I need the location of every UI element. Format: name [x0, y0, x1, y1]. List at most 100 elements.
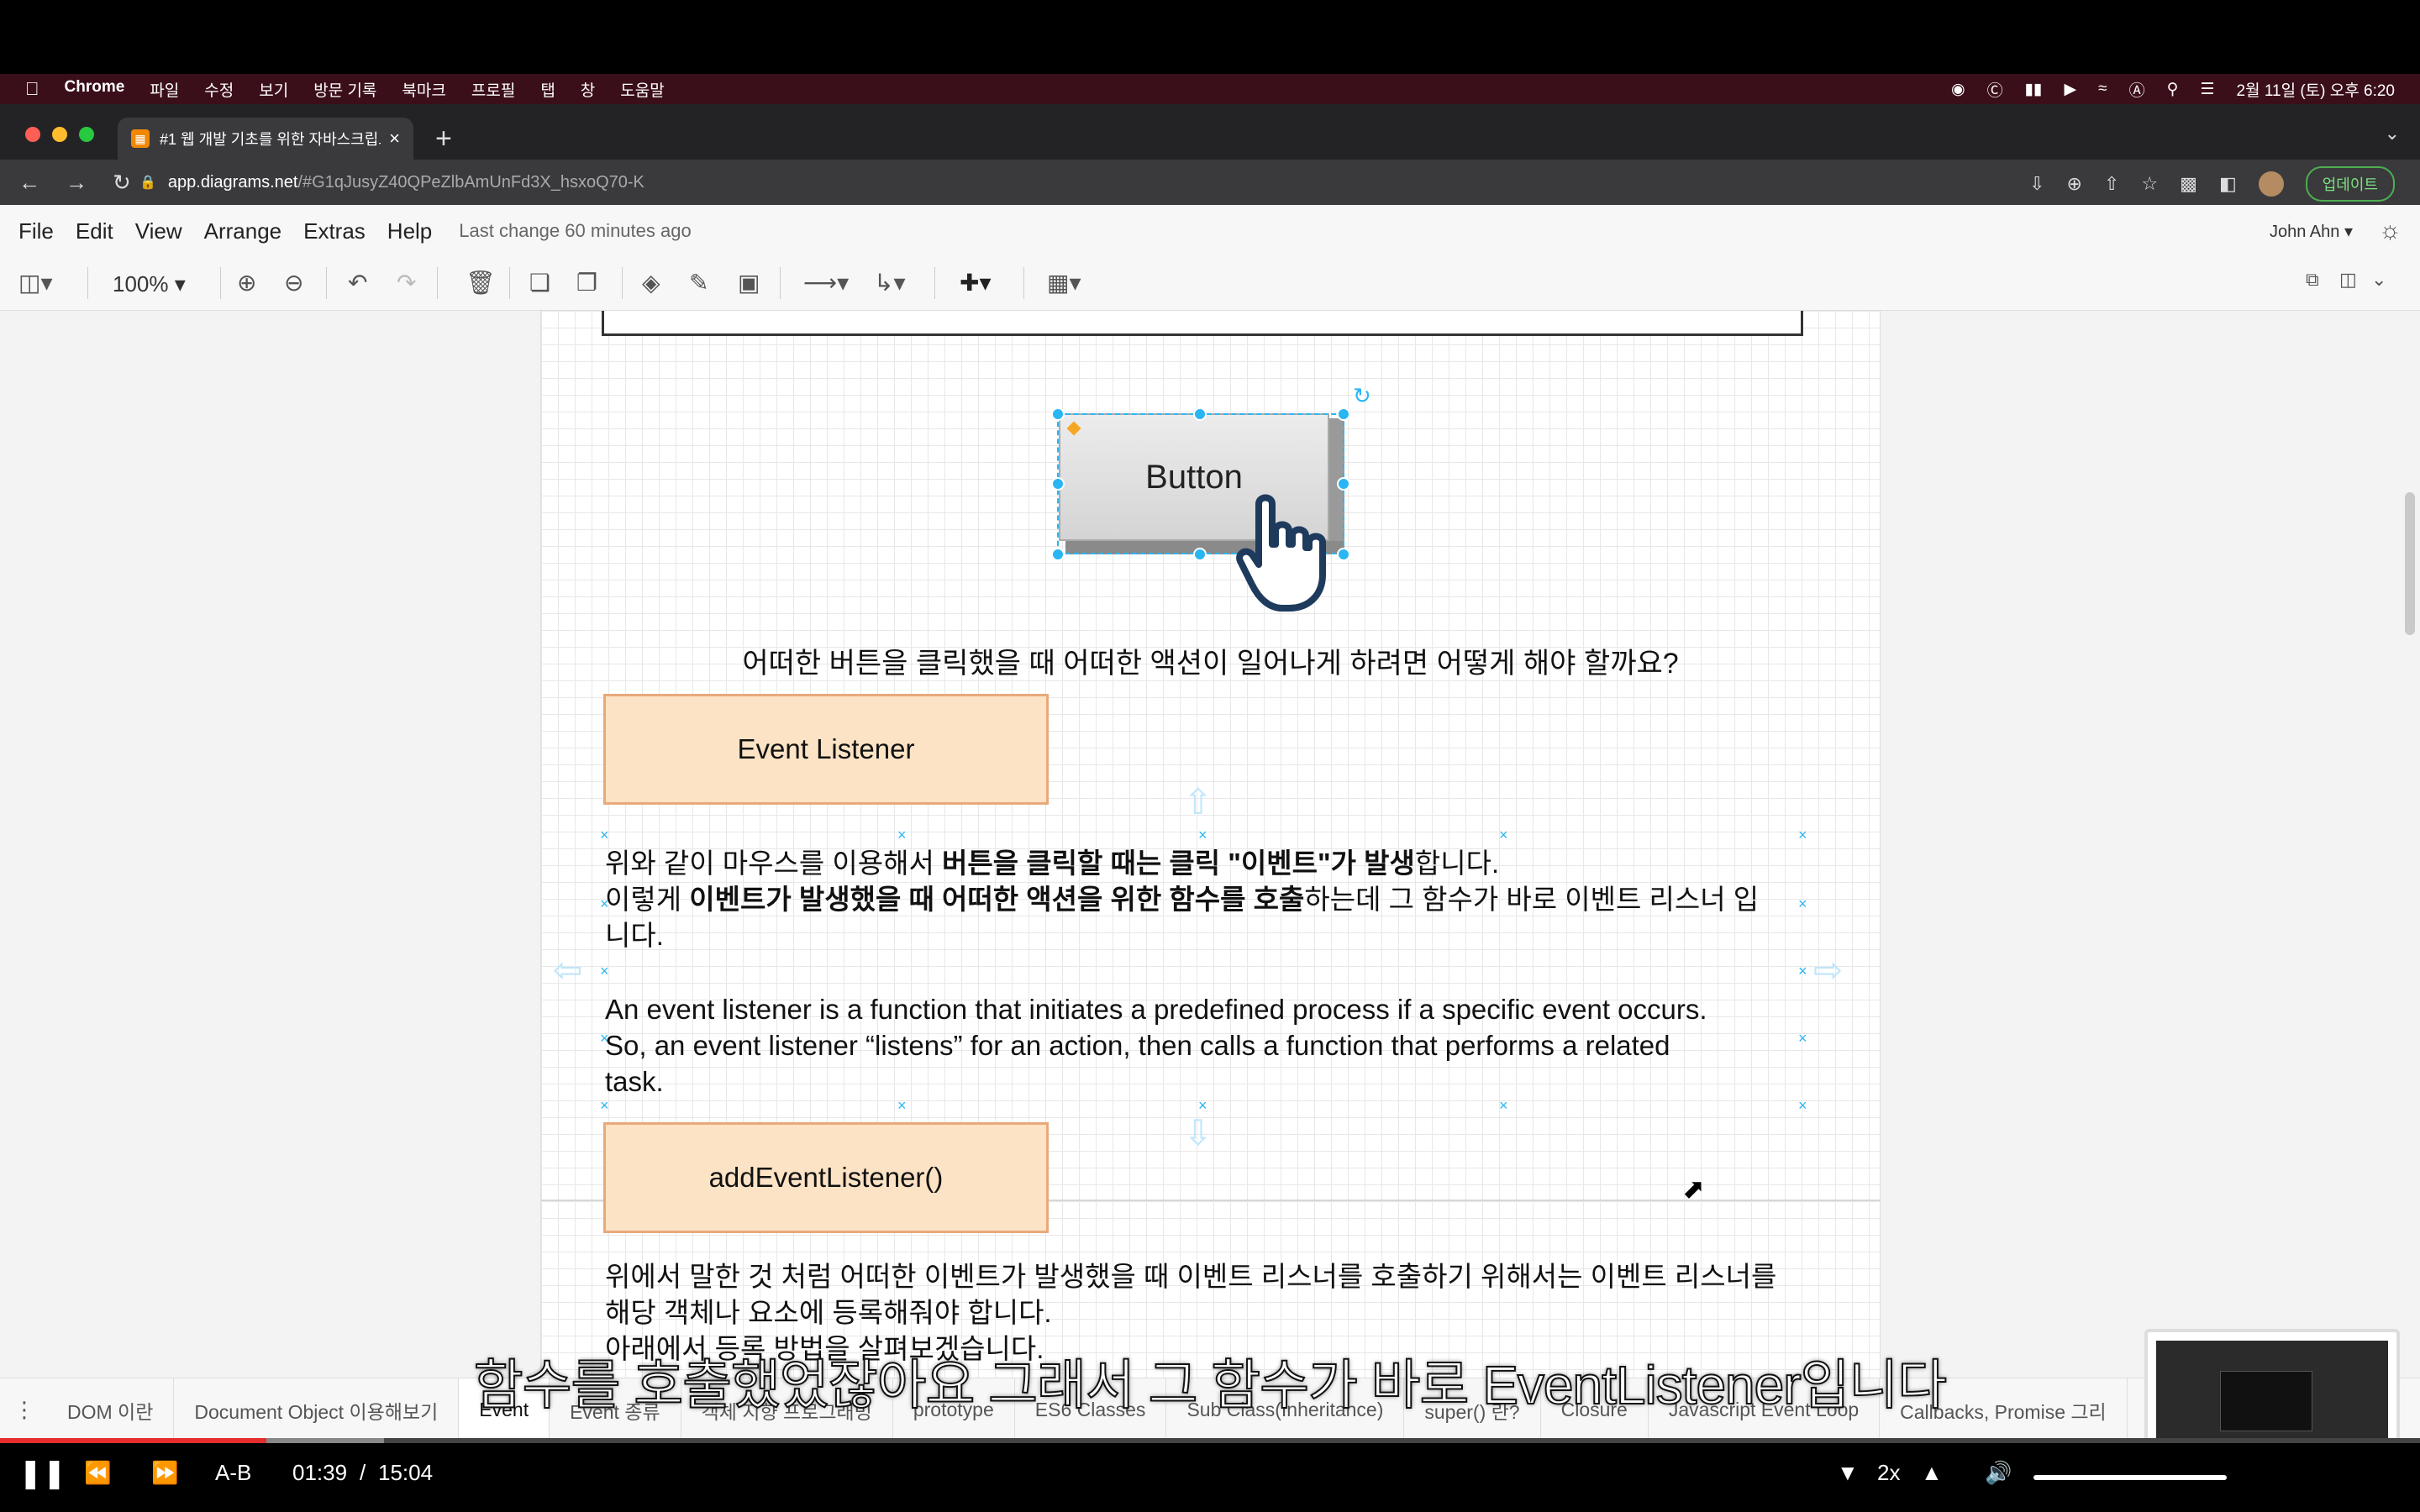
text-handle-icon[interactable]: ×	[600, 827, 609, 844]
grammarly-icon[interactable]: Ⓒ	[1987, 78, 2003, 101]
text-handle-icon[interactable]: ×	[1798, 963, 1807, 980]
control-center-icon[interactable]: ☰	[2201, 80, 2215, 99]
battery-icon[interactable]: ▮▮	[2025, 80, 2043, 99]
toggle-panel-icon[interactable]: ◫	[2339, 269, 2357, 291]
lock-icon[interactable]: 🔒	[139, 174, 156, 191]
mac-menu-tab[interactable]: 탭	[540, 78, 555, 101]
volume-slider[interactable]	[2033, 1475, 2227, 1480]
mac-menu-view[interactable]: 보기	[259, 78, 288, 101]
profile-avatar[interactable]	[2258, 171, 2284, 197]
to-back-icon[interactable]: ❐	[576, 269, 597, 297]
mac-menu-file[interactable]: 파일	[150, 78, 179, 101]
text-handle-icon[interactable]: ×	[1499, 1097, 1508, 1115]
arrow-right-hint-icon[interactable]: ⇨	[1813, 949, 1843, 990]
arrow-left-hint-icon[interactable]: ⇦	[553, 949, 582, 990]
question-text[interactable]: 어떠한 버튼을 클릭했을 때 어떠한 액션이 일어나게 하려면 어떻게 해야 할…	[540, 640, 1881, 681]
apple-icon[interactable]: 	[25, 78, 39, 100]
fill-color-icon[interactable]: ◈	[642, 269, 660, 297]
rotate-handle-icon[interactable]: ↻	[1353, 383, 1371, 409]
arrow-down-hint-icon[interactable]: ⇩	[1183, 1112, 1213, 1153]
delete-icon[interactable]: 🗑	[466, 269, 496, 297]
menu-help[interactable]: Help	[387, 218, 432, 244]
menu-view[interactable]: View	[135, 218, 182, 244]
menu-edit[interactable]: Edit	[76, 218, 113, 244]
korean-paragraph[interactable]: 위와 같이 마우스를 이용해서 버튼을 클릭할 때는 클릭 "이벤트"가 발생합…	[605, 845, 1759, 953]
resize-handle[interactable]	[1051, 548, 1065, 561]
resize-handle[interactable]	[1193, 407, 1207, 421]
play-status-icon[interactable]: ▶	[2065, 80, 2077, 99]
mac-menu-app[interactable]: Chrome	[65, 78, 125, 101]
reload-icon[interactable]: ↻	[113, 170, 131, 196]
tab-search-chevron-icon[interactable]: ⌄	[2385, 123, 2400, 144]
resize-handle[interactable]	[1051, 407, 1065, 421]
resize-handle[interactable]	[1337, 548, 1350, 561]
resize-handle[interactable]	[1337, 407, 1350, 421]
vertical-scrollbar[interactable]	[2405, 492, 2415, 635]
text-handle-icon[interactable]: ×	[1499, 827, 1508, 844]
bookmark-star-icon[interactable]: ☆	[2141, 173, 2158, 195]
english-paragraph[interactable]: An event listener is a function that ini…	[605, 991, 1815, 1100]
fullscreen-icon[interactable]: ⧉	[2306, 269, 2319, 291]
new-tab-icon[interactable]: +	[435, 123, 452, 155]
pause-icon[interactable]: ❚❚	[18, 1457, 66, 1490]
resize-handle[interactable]	[1337, 477, 1350, 491]
record-icon[interactable]: ◉	[1951, 80, 1965, 99]
speed-up-icon[interactable]: ▲	[1921, 1460, 1943, 1486]
mac-menu-window[interactable]: 창	[581, 78, 595, 101]
url-field[interactable]: 🔒 app.diagrams.net/#G1qJusyZ40QPeZlbAmUn…	[139, 166, 1988, 198]
arrow-up-hint-icon[interactable]: ⇧	[1183, 781, 1213, 822]
volume-icon[interactable]: 🔊	[1985, 1460, 2012, 1486]
text-handle-icon[interactable]: ×	[1798, 827, 1807, 844]
resize-handle[interactable]	[1193, 548, 1207, 561]
collapse-icon[interactable]: ⌄	[2371, 269, 2386, 291]
speed-down-icon[interactable]: ▼	[1837, 1460, 1859, 1486]
menu-arrange[interactable]: Arrange	[204, 218, 282, 244]
tab-close-icon[interactable]: ×	[389, 128, 400, 150]
input-source-icon[interactable]: Ⓐ	[2129, 78, 2145, 101]
shadow-icon[interactable]: ▣	[738, 269, 760, 297]
text-handle-icon[interactable]: ×	[1198, 1097, 1207, 1115]
share-icon[interactable]: ⇧	[2104, 173, 2119, 195]
back-icon[interactable]: ←	[18, 170, 40, 196]
ab-repeat-button[interactable]: A-B	[215, 1460, 251, 1486]
zoom-out-icon[interactable]: ⊖	[284, 269, 303, 297]
menu-clock[interactable]: 2월 11일 (토) 오후 6:20	[2237, 78, 2395, 101]
to-front-icon[interactable]: ❏	[529, 269, 550, 297]
update-button[interactable]: 업데이트	[2305, 166, 2395, 202]
text-handle-icon[interactable]: ×	[1798, 895, 1807, 913]
text-handle-icon[interactable]: ×	[897, 1097, 907, 1115]
close-window-icon[interactable]	[25, 127, 40, 142]
mac-menu-help[interactable]: 도움말	[620, 78, 664, 101]
line-color-icon[interactable]: ✎	[689, 269, 708, 297]
event-listener-box[interactable]: Event Listener	[603, 694, 1049, 805]
zoom-window-icon[interactable]	[79, 127, 94, 142]
fast-forward-icon[interactable]: ⏩	[151, 1460, 178, 1486]
side-panel-icon[interactable]: ◧	[2219, 173, 2237, 195]
table-icon[interactable]: ▦▾	[1047, 269, 1081, 297]
minimize-window-icon[interactable]	[52, 127, 67, 142]
menu-extras[interactable]: Extras	[303, 218, 366, 244]
spotlight-icon[interactable]: ⚲	[2167, 80, 2179, 99]
redo-icon[interactable]: ↷	[397, 269, 416, 297]
zoom-icon[interactable]: ⊕	[2067, 173, 2082, 195]
mac-menu-edit[interactable]: 수정	[204, 78, 234, 101]
theme-toggle-icon[interactable]: ☼	[2379, 217, 2402, 245]
mac-menu-profile[interactable]: 프로필	[471, 78, 515, 101]
text-handle-icon[interactable]: ×	[600, 1097, 609, 1115]
browser-tab[interactable]: ▦ #1 웹 개발 기초를 위한 자바스크립트 ×	[118, 118, 413, 160]
diagram-top-box[interactable]	[602, 311, 1803, 336]
resize-handle[interactable]	[1051, 477, 1065, 491]
wifi-icon[interactable]: ≈	[2098, 80, 2107, 98]
connection-icon[interactable]: ⟶▾	[803, 269, 849, 297]
zoom-in-icon[interactable]: ⊕	[237, 269, 256, 297]
insert-icon[interactable]: ✚▾	[960, 269, 992, 297]
add-event-listener-box[interactable]: addEventListener()	[603, 1122, 1049, 1233]
extensions-icon[interactable]: ▩	[2180, 173, 2197, 195]
format-panel-icon[interactable]: ◫▾	[18, 269, 53, 297]
text-handle-icon[interactable]: ×	[1798, 1097, 1807, 1115]
install-icon[interactable]: ⇩	[2029, 173, 2044, 195]
mac-menu-history[interactable]: 방문 기록	[313, 78, 376, 101]
undo-icon[interactable]: ↶	[348, 269, 367, 297]
user-menu[interactable]: John Ahn ▾	[2270, 221, 2353, 242]
rewind-icon[interactable]: ⏪	[84, 1460, 111, 1486]
